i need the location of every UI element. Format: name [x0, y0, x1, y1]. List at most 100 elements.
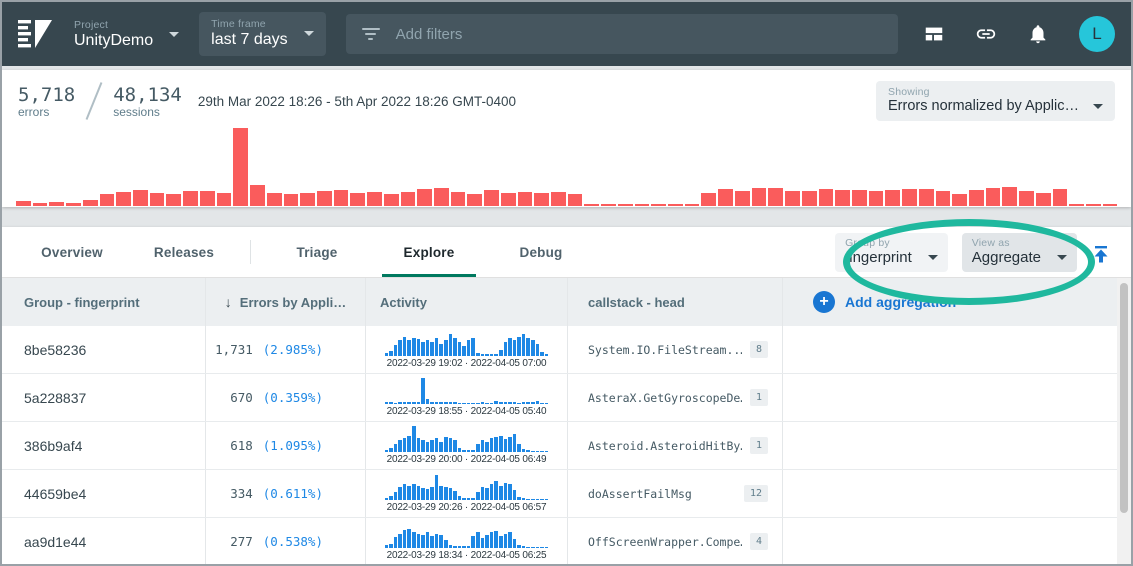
activity-bar [449, 402, 453, 404]
histogram-bar [551, 192, 566, 206]
activity-bar [504, 402, 508, 404]
fingerprint-cell[interactable]: 386b9af4 [2, 422, 206, 469]
fingerprint-cell[interactable]: 44659be4 [2, 470, 206, 517]
tab-debug[interactable]: Debug [485, 227, 597, 277]
activity-bar [458, 546, 462, 548]
tab-triage[interactable]: Triage [261, 227, 373, 277]
view-as-dropdown[interactable]: View as Aggregate [962, 233, 1077, 272]
callstack-head-text: OffScreenWrapper.Compe… [588, 535, 742, 549]
activity-bar [471, 498, 475, 500]
activity-bar [444, 402, 448, 404]
group-by-label: Group by [845, 237, 938, 249]
backtrace-logo-icon[interactable] [18, 18, 54, 50]
activity-bar [407, 529, 411, 549]
showing-dropdown[interactable]: Showing Errors normalized by Applic… [876, 81, 1115, 121]
activity-bar [453, 491, 457, 500]
timeframe-selector[interactable]: Time frame last 7 days [199, 12, 325, 56]
activity-bar [508, 338, 512, 356]
activity-bar [407, 486, 411, 500]
activity-bar [481, 402, 485, 404]
activity-bar [453, 546, 457, 548]
scroll-to-top-icon[interactable] [1091, 243, 1111, 263]
table-row[interactable]: 386b9af4618(1.095%)2022-03-29 20:00 · 20… [2, 422, 1121, 470]
notifications-bell-icon[interactable] [1027, 23, 1049, 45]
column-header-activity[interactable]: Activity [366, 278, 568, 326]
activity-bar [430, 487, 434, 500]
user-avatar[interactable]: L [1079, 16, 1115, 52]
table-row[interactable]: 5a228837670(0.359%)2022-03-29 18:55 · 20… [2, 374, 1121, 422]
activity-bar [412, 426, 416, 452]
activity-bar [536, 401, 540, 404]
table-row[interactable]: 44659be4334(0.611%)2022-03-29 20:26 · 20… [2, 470, 1121, 518]
dashboard-icon[interactable] [923, 23, 945, 45]
activity-bar [439, 344, 443, 356]
fingerprint-cell[interactable]: 8be58236 [2, 326, 206, 373]
column-header-fingerprint[interactable]: Group - fingerprint [2, 278, 206, 326]
group-by-dropdown[interactable]: Group by fingerprint [835, 233, 948, 272]
activity-bar [471, 338, 475, 356]
table-row[interactable]: 8be582361,731(2.985%)2022-03-29 19:02 · … [2, 326, 1121, 374]
histogram-bar [183, 191, 198, 206]
activity-bar [417, 402, 421, 404]
tab-releases[interactable]: Releases [128, 227, 240, 277]
errors-label: errors [18, 105, 49, 119]
histogram-bar [267, 193, 282, 206]
activity-bar [517, 444, 521, 452]
activity-bar [513, 490, 517, 500]
column-header-callstack[interactable]: callstack - head [568, 278, 783, 326]
activity-bar [508, 532, 512, 548]
activity-cell: 2022-03-29 20:00 · 2022-04-05 06:49 [366, 422, 568, 469]
add-aggregation-button[interactable]: + Add aggregation [783, 278, 1121, 326]
column-header-errors[interactable]: ↓ Errors by Appli… [206, 278, 366, 326]
activity-bar [517, 497, 521, 500]
activity-bar [531, 340, 535, 356]
activity-bar [398, 534, 402, 548]
activity-bar [526, 402, 530, 404]
tab-explore[interactable]: Explore [373, 227, 485, 277]
activity-bar [471, 536, 475, 548]
activity-bar [426, 340, 430, 356]
errors-percent: (0.359%) [263, 390, 323, 405]
activity-bar [389, 496, 393, 500]
fingerprint-cell[interactable]: 5a228837 [2, 374, 206, 421]
errors-cell: 277(0.538%) [206, 518, 366, 565]
activity-bar [462, 450, 466, 452]
activity-bar [449, 545, 453, 548]
sessions-label: sessions [113, 105, 160, 119]
add-filters-input[interactable]: Add filters [346, 14, 898, 54]
callstack-cell: Asteroid.AsteroidHitBy…1 [568, 422, 783, 469]
activity-bar [403, 484, 407, 500]
table-scrollbar-thumb[interactable] [1120, 283, 1128, 513]
histogram-bar [384, 194, 399, 206]
table-scrollbar-track[interactable] [1117, 278, 1131, 566]
project-selector[interactable]: Project UnityDemo [74, 19, 179, 50]
activity-bar [421, 342, 425, 356]
activity-bar [394, 345, 398, 356]
table-row[interactable]: aa9d1e44277(0.538%)2022-03-29 18:34 · 20… [2, 518, 1121, 566]
histogram-bar [1086, 204, 1101, 206]
activity-bar [508, 437, 512, 452]
activity-bar [490, 403, 494, 404]
callstack-count-badge: 8 [750, 341, 768, 358]
timeframe-label: Time frame [211, 18, 287, 30]
activity-bar [499, 486, 503, 500]
activity-bar [412, 532, 416, 548]
activity-bar [394, 403, 398, 404]
activity-bar [522, 449, 526, 452]
histogram-bar [668, 204, 683, 206]
activity-bar [540, 547, 544, 548]
histogram-bar [66, 203, 81, 206]
histogram-bar [568, 194, 583, 206]
link-icon[interactable] [975, 23, 997, 45]
activity-bar [522, 334, 526, 356]
activity-bar [407, 436, 411, 452]
histogram-bar [334, 190, 349, 206]
activity-bar [462, 546, 466, 548]
activity-bar [531, 547, 535, 548]
activity-bars [385, 426, 549, 452]
histogram-bar [885, 190, 900, 206]
activity-bar [545, 403, 549, 404]
tab-overview[interactable]: Overview [16, 227, 128, 277]
fingerprint-cell[interactable]: aa9d1e44 [2, 518, 206, 565]
callstack-cell: doAssertFailMsg12 [568, 470, 783, 517]
